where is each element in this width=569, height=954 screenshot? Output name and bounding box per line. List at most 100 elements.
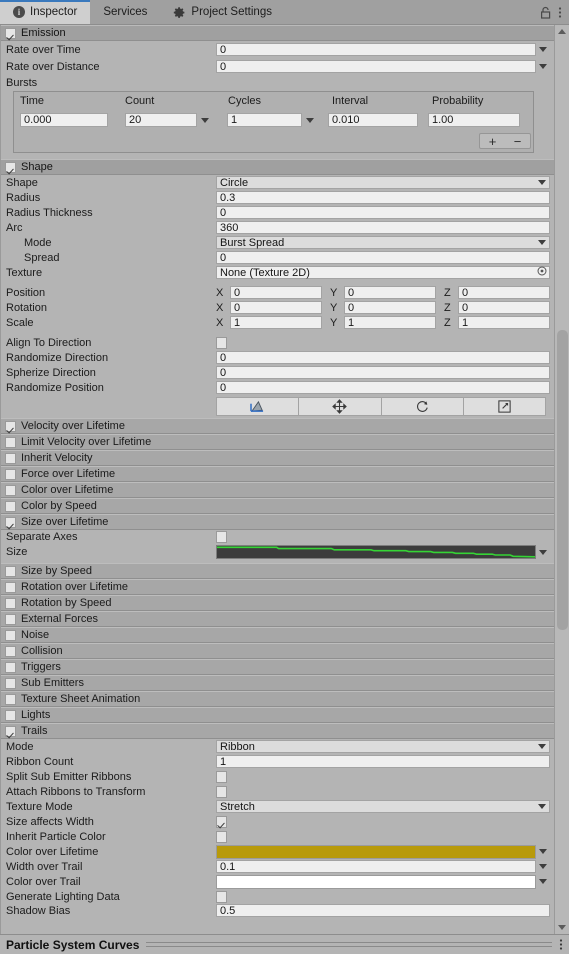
rate-over-time-field[interactable]: 0 (216, 43, 536, 56)
module-limit-velocity-over-lifetime-checkbox[interactable] (5, 436, 16, 448)
module-header-shape[interactable]: Shape (1, 159, 554, 175)
module-force-over-lifetime-checkbox[interactable] (5, 468, 16, 480)
module-rotation-over-lifetime[interactable]: Rotation over Lifetime (1, 579, 554, 595)
module-noise[interactable]: Noise (1, 627, 554, 643)
module-inherit-velocity-checkbox[interactable] (5, 452, 16, 464)
lock-icon[interactable] (540, 6, 551, 19)
size-curve-field[interactable] (216, 545, 536, 559)
scale-x-field[interactable]: 1 (230, 316, 322, 329)
module-force-over-lifetime[interactable]: Force over Lifetime (1, 466, 554, 482)
trails-ribbon-count-field[interactable]: 1 (216, 755, 550, 768)
burst-count-mode-caret[interactable] (197, 117, 213, 123)
trails-color-over-lifetime-caret[interactable] (536, 849, 550, 854)
module-external-forces[interactable]: External Forces (1, 611, 554, 627)
trails-inherit-particle-color-checkbox[interactable] (216, 830, 227, 843)
shape-radius-field[interactable]: 0.3 (216, 191, 550, 204)
randomize-position-field[interactable]: 0 (216, 381, 550, 394)
rate-over-distance-mode-caret[interactable] (536, 64, 550, 69)
module-color-over-lifetime-checkbox[interactable] (5, 484, 16, 496)
trails-mode-dropdown[interactable]: Ribbon (216, 740, 550, 753)
module-velocity-over-lifetime-checkbox[interactable] (5, 420, 16, 432)
module-trails[interactable]: Trails (1, 723, 554, 739)
scale-z-field[interactable]: 1 (458, 316, 550, 329)
module-rotation-over-lifetime-checkbox[interactable] (5, 581, 16, 593)
burst-cycles-mode-caret[interactable] (302, 117, 318, 123)
rotation-x-field[interactable]: 0 (230, 301, 322, 314)
module-collision-checkbox[interactable] (5, 645, 16, 657)
module-collision[interactable]: Collision (1, 643, 554, 659)
burst-probability-field[interactable]: 1.00 (428, 113, 520, 127)
module-color-by-speed-checkbox[interactable] (5, 500, 16, 512)
trails-generate-lighting-data-checkbox[interactable] (216, 890, 227, 903)
burst-time-field[interactable]: 0.000 (20, 113, 108, 127)
trails-shadow-bias-field[interactable]: 0.5 (216, 904, 550, 917)
spherize-direction-field[interactable]: 0 (216, 366, 550, 379)
module-trails-checkbox[interactable] (5, 725, 16, 737)
position-z-field[interactable]: 0 (458, 286, 550, 299)
scroll-down-arrow[interactable] (555, 921, 569, 934)
rotate-tool-icon[interactable] (380, 397, 463, 416)
trails-width-over-trail-caret[interactable] (536, 864, 550, 869)
shape-arc-spread-field[interactable]: 0 (216, 251, 550, 264)
kebab-menu-icon[interactable] (559, 938, 563, 951)
module-texture-sheet-animation-checkbox[interactable] (5, 693, 16, 705)
rotation-y-field[interactable]: 0 (344, 301, 436, 314)
module-size-over-lifetime[interactable]: Size over Lifetime (1, 514, 554, 530)
burst-add-button[interactable]: + (480, 134, 505, 149)
module-rotation-by-speed-checkbox[interactable] (5, 597, 16, 609)
trails-split-sub-emitter-ribbons-checkbox[interactable] (216, 770, 227, 783)
burst-count-field[interactable]: 20 (125, 113, 197, 127)
shape-arc-field[interactable]: 360 (216, 221, 550, 234)
module-size-by-speed[interactable]: Size by Speed (1, 563, 554, 579)
module-inherit-velocity[interactable]: Inherit Velocity (1, 450, 554, 466)
move-tool-icon[interactable] (298, 397, 381, 416)
trails-size-affects-width-checkbox[interactable] (216, 815, 227, 828)
module-texture-sheet-animation[interactable]: Texture Sheet Animation (1, 691, 554, 707)
shape-enable-checkbox[interactable] (5, 161, 16, 173)
module-color-over-lifetime[interactable]: Color over Lifetime (1, 482, 554, 498)
module-lights[interactable]: Lights (1, 707, 554, 723)
module-external-forces-checkbox[interactable] (5, 613, 16, 625)
burst-interval-field[interactable]: 0.010 (328, 113, 418, 127)
module-size-over-lifetime-checkbox[interactable] (5, 516, 16, 528)
object-picker-icon[interactable] (537, 266, 547, 279)
shape-type-dropdown[interactable]: Circle (216, 176, 550, 189)
module-sub-emitters[interactable]: Sub Emitters (1, 675, 554, 691)
module-triggers-checkbox[interactable] (5, 661, 16, 673)
module-sub-emitters-checkbox[interactable] (5, 677, 16, 689)
shape-arc-mode-dropdown[interactable]: Burst Spread (216, 236, 550, 249)
module-noise-checkbox[interactable] (5, 629, 16, 641)
module-size-by-speed-checkbox[interactable] (5, 565, 16, 577)
module-triggers[interactable]: Triggers (1, 659, 554, 675)
position-x-field[interactable]: 0 (230, 286, 322, 299)
trails-color-over-lifetime-gradient[interactable] (216, 844, 536, 859)
position-y-field[interactable]: 0 (344, 286, 436, 299)
rate-over-time-mode-caret[interactable] (536, 47, 550, 52)
randomize-direction-field[interactable]: 0 (216, 351, 550, 364)
trails-texture-mode-dropdown[interactable]: Stretch (216, 800, 550, 813)
burst-remove-button[interactable]: − (505, 134, 530, 149)
shape-texture-objectfield[interactable]: None (Texture 2D) (216, 266, 550, 279)
kebab-menu-icon[interactable] (558, 6, 562, 19)
scale-y-field[interactable]: 1 (344, 316, 436, 329)
module-rotation-by-speed[interactable]: Rotation by Speed (1, 595, 554, 611)
module-color-by-speed[interactable]: Color by Speed (1, 498, 554, 514)
trails-attach-ribbons-to-transform-checkbox[interactable] (216, 785, 227, 798)
trails-color-over-trail-gradient[interactable] (216, 874, 536, 889)
shape-radius-thickness-field[interactable]: 0 (216, 206, 550, 219)
trails-width-over-trail-field[interactable]: 0.1 (216, 860, 536, 873)
edit-shape-icon[interactable] (216, 397, 299, 416)
tab-services[interactable]: Services (90, 0, 160, 24)
scroll-up-arrow[interactable] (555, 25, 569, 38)
rotation-z-field[interactable]: 0 (458, 301, 550, 314)
burst-cycles-field[interactable]: 1 (227, 113, 302, 127)
align-to-direction-checkbox[interactable] (216, 336, 227, 349)
vertical-scrollbar[interactable] (554, 25, 569, 934)
module-velocity-over-lifetime[interactable]: Velocity over Lifetime (1, 418, 554, 434)
module-lights-checkbox[interactable] (5, 709, 16, 721)
tab-project-settings[interactable]: Project Settings (160, 0, 285, 24)
tab-inspector[interactable]: i Inspector (0, 0, 91, 24)
module-limit-velocity-over-lifetime[interactable]: Limit Velocity over Lifetime (1, 434, 554, 450)
module-header-emission[interactable]: Emission (1, 25, 554, 41)
emission-enable-checkbox[interactable] (5, 27, 16, 39)
